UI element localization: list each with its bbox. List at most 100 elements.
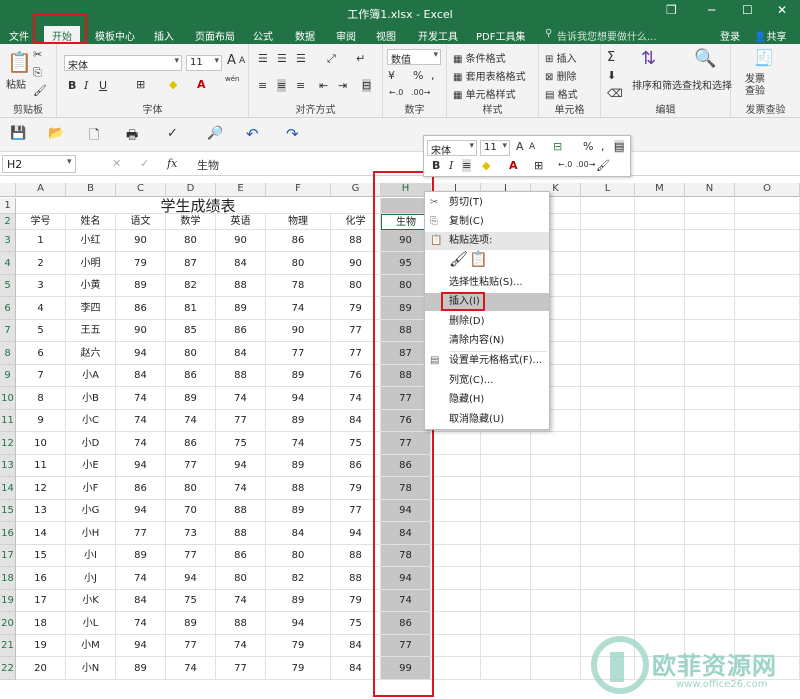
row-header[interactable]: 19 (0, 590, 16, 612)
wrap-text-icon[interactable]: ↵ (356, 52, 365, 65)
table-cell[interactable] (735, 545, 800, 567)
fill-color-icon[interactable]: ◆ (169, 78, 177, 91)
table-cell[interactable]: 74 (116, 612, 166, 635)
table-cell[interactable] (431, 545, 481, 567)
column-header-f[interactable]: F (266, 183, 331, 197)
header-cell[interactable]: 学号 (16, 214, 66, 230)
table-cell[interactable]: 小M (66, 635, 116, 657)
table-cell[interactable]: 86 (266, 230, 331, 252)
mini-accounting-icon[interactable]: ⊟ (553, 140, 562, 153)
table-cell[interactable] (531, 432, 581, 455)
table-cell[interactable]: 12 (16, 477, 66, 500)
column-header-d[interactable]: D (166, 183, 216, 197)
table-cell[interactable]: 74 (216, 635, 266, 657)
table-cell[interactable]: 74 (381, 590, 431, 612)
row-header[interactable]: 18 (0, 567, 16, 590)
table-cell[interactable]: 86 (166, 365, 216, 387)
table-cell[interactable]: 89 (116, 657, 166, 680)
italic-button[interactable]: I (84, 79, 88, 92)
table-cell[interactable]: 74 (116, 567, 166, 590)
table-cell[interactable]: 74 (116, 387, 166, 410)
table-cell[interactable]: 小J (66, 567, 116, 590)
table-cell[interactable] (431, 657, 481, 680)
table-cell[interactable]: 1 (16, 230, 66, 252)
mini-decrease-decimal-icon[interactable]: .00→ (576, 160, 595, 169)
table-cell[interactable] (581, 455, 635, 477)
table-cell[interactable] (735, 275, 800, 297)
header-cell[interactable]: 物理 (266, 214, 331, 230)
table-cell[interactable]: 89 (216, 297, 266, 320)
table-cell[interactable]: 77 (381, 432, 431, 455)
table-cell[interactable] (635, 252, 685, 275)
table-cell[interactable]: 80 (266, 545, 331, 567)
decrease-indent-icon[interactable]: ⇤ (319, 79, 328, 92)
table-cell[interactable] (735, 567, 800, 590)
tab-pdf[interactable]: PDF工具集 (476, 28, 525, 43)
table-cell[interactable] (635, 387, 685, 410)
table-cell[interactable]: 16 (16, 567, 66, 590)
context-menu-item[interactable]: 列宽(C)... (425, 372, 549, 390)
table-cell[interactable] (581, 545, 635, 567)
table-cell[interactable]: 94 (116, 455, 166, 477)
mini-comma-icon[interactable]: , (601, 140, 605, 153)
table-cell[interactable] (735, 410, 800, 432)
table-cell[interactable] (685, 387, 735, 410)
table-cell[interactable]: 79 (266, 657, 331, 680)
table-cell[interactable]: 77 (166, 635, 216, 657)
table-cell[interactable] (581, 500, 635, 522)
table-cell[interactable]: 84 (266, 522, 331, 545)
table-cell[interactable]: 73 (166, 522, 216, 545)
row-header[interactable]: 9 (0, 365, 16, 387)
table-cell[interactable]: 79 (331, 477, 381, 500)
context-menu-item[interactable]: 插入(I) (425, 293, 549, 311)
tell-me-search[interactable]: 告诉我您想要做什么... (557, 28, 657, 43)
format-as-table-button[interactable]: ▦ 套用表格格式 (453, 68, 526, 83)
table-cell[interactable] (685, 297, 735, 320)
table-cell[interactable]: 84 (331, 635, 381, 657)
table-cell[interactable] (685, 410, 735, 432)
border-icon[interactable]: ⊞ (136, 78, 145, 91)
table-cell[interactable]: 82 (266, 567, 331, 590)
row-header[interactable]: 11 (0, 410, 16, 432)
table-cell[interactable]: 小A (66, 365, 116, 387)
table-cell[interactable] (635, 275, 685, 297)
table-cell[interactable]: 79 (331, 297, 381, 320)
table-cell[interactable]: 74 (216, 590, 266, 612)
table-cell[interactable] (481, 590, 531, 612)
table-cell[interactable]: 75 (331, 612, 381, 635)
clear-icon[interactable]: ⌫ (607, 87, 623, 100)
table-cell[interactable]: 小K (66, 590, 116, 612)
table-cell[interactable] (735, 477, 800, 500)
header-cell[interactable]: 化学 (331, 214, 381, 230)
table-cell[interactable] (635, 477, 685, 500)
table-cell[interactable]: 6 (16, 342, 66, 365)
delete-cells-button[interactable]: ⊠ 删除 (545, 68, 577, 83)
table-cell[interactable]: 80 (266, 252, 331, 275)
context-menu-item[interactable]: 删除(D) (425, 313, 549, 331)
table-cell[interactable]: 88 (216, 612, 266, 635)
cancel-entry-icon[interactable]: ✕ (112, 157, 121, 170)
header-cell[interactable]: 语文 (116, 214, 166, 230)
table-cell[interactable] (481, 635, 531, 657)
table-cell[interactable] (581, 365, 635, 387)
table-cell[interactable] (581, 522, 635, 545)
table-cell[interactable]: 小G (66, 500, 116, 522)
table-cell[interactable]: 77 (166, 545, 216, 567)
table-cell[interactable] (635, 342, 685, 365)
table-cell[interactable]: 13 (16, 500, 66, 522)
align-left-icon[interactable]: ≡ (258, 79, 267, 92)
table-cell[interactable]: 90 (266, 320, 331, 342)
row-header[interactable]: 7 (0, 320, 16, 342)
row-header[interactable]: 21 (0, 635, 16, 657)
currency-icon[interactable]: ¥ (388, 69, 395, 82)
table-cell[interactable]: 8 (16, 387, 66, 410)
column-header-g[interactable]: G (331, 183, 381, 197)
table-cell[interactable]: 74 (266, 432, 331, 455)
table-cell[interactable]: 84 (116, 365, 166, 387)
column-header-n[interactable]: N (685, 183, 735, 197)
context-menu-item[interactable]: 选择性粘贴(S)... (425, 274, 549, 292)
table-cell[interactable]: 89 (166, 387, 216, 410)
table-cell[interactable] (581, 432, 635, 455)
table-cell[interactable] (581, 275, 635, 297)
table-cell[interactable]: 94 (266, 387, 331, 410)
